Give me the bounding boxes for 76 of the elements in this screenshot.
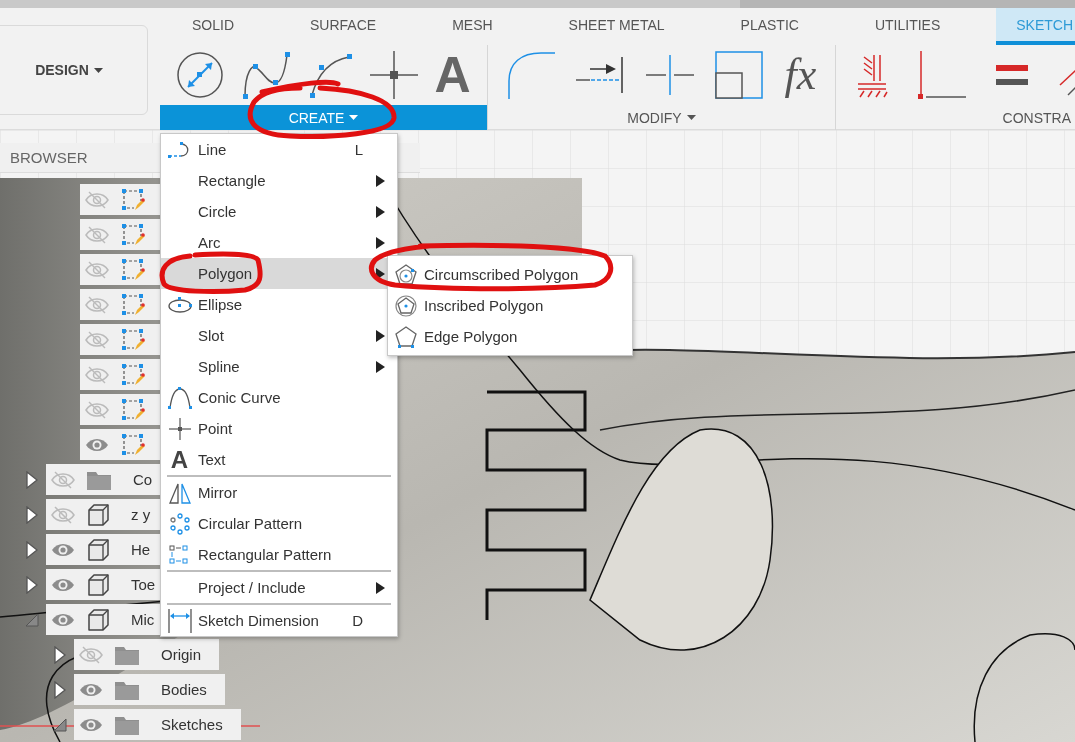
sketch-icon — [121, 327, 145, 352]
perpendicular-icon[interactable] — [918, 51, 966, 99]
browser-item[interactable]: Origin — [74, 639, 219, 670]
shortcut-key: D — [352, 612, 363, 629]
expand-triangle-icon[interactable] — [54, 645, 66, 664]
expand-triangle-icon[interactable] — [26, 505, 38, 524]
text-tool-glyph[interactable]: A — [434, 50, 471, 100]
crosshair-icon — [168, 417, 191, 440]
collapse-triangle-icon[interactable] — [25, 612, 39, 627]
ribbon-tab[interactable]: SURFACE — [290, 8, 397, 45]
spline-icon[interactable] — [240, 51, 291, 99]
ribbon-tab[interactable]: PLASTIC — [720, 8, 819, 45]
dot-circle-icon — [168, 512, 191, 535]
pentagon-icon — [395, 325, 417, 348]
cube-icon — [87, 502, 109, 527]
eye-icon[interactable] — [51, 611, 75, 628]
expand-triangle-icon[interactable] — [26, 540, 38, 559]
tool-group-menu[interactable]: CONSTRA — [840, 105, 1075, 130]
eye-icon[interactable] — [79, 681, 103, 698]
curve-icon[interactable] — [307, 51, 354, 99]
menu-item[interactable]: Conic Curve — [161, 382, 397, 413]
fix-constraint-icon[interactable] — [856, 53, 888, 97]
folder-icon — [87, 469, 111, 490]
workspace-dropdown[interactable]: DESIGN — [0, 25, 148, 115]
cube-icon — [87, 607, 109, 632]
crosshair-icon[interactable] — [370, 51, 418, 99]
scroll-thumb[interactable] — [0, 0, 740, 8]
eye-icon[interactable] — [51, 576, 75, 593]
menu-item[interactable]: Point — [161, 413, 397, 444]
equal-sign-icon[interactable] — [996, 63, 1028, 87]
offset-square-icon[interactable] — [715, 51, 764, 99]
cube-icon — [87, 572, 109, 597]
expand-triangle-icon[interactable] — [26, 470, 38, 489]
folder-icon — [115, 714, 139, 735]
sketch-icon — [121, 292, 145, 317]
menu-item[interactable]: Circle — [161, 196, 397, 227]
sketch-icon — [121, 432, 145, 457]
dimension-icon — [167, 608, 192, 633]
sketch-icon — [121, 397, 145, 422]
arc-icon — [167, 386, 192, 409]
folder-icon — [115, 644, 139, 665]
menu-item[interactable]: Arc — [161, 227, 397, 258]
expand-triangle-icon[interactable] — [26, 575, 38, 594]
fillet-icon[interactable] — [506, 51, 555, 99]
circle-diameter-icon[interactable] — [176, 51, 225, 99]
ellipse-icon — [167, 296, 192, 313]
collapse-triangle-icon[interactable] — [53, 717, 67, 732]
ribbon-tab[interactable]: MESH — [432, 8, 513, 45]
browser-item[interactable]: Sketches — [74, 709, 241, 740]
sketch-icon — [121, 187, 145, 212]
break-line-icon[interactable] — [645, 55, 694, 95]
ribbon-tab[interactable]: SHEET METAL — [548, 8, 685, 45]
pentagon-icon — [395, 263, 417, 286]
folder-icon — [115, 679, 139, 700]
tool-group-menu[interactable]: MODIFY — [488, 105, 835, 130]
expand-triangle-icon[interactable] — [54, 680, 66, 699]
arrow-line-icon[interactable] — [576, 55, 625, 95]
eye-icon[interactable] — [51, 541, 75, 558]
formula-tool-glyph[interactable]: fx — [784, 53, 817, 97]
ribbon-tab[interactable]: UTILITIES — [854, 8, 961, 45]
sketch-icon — [121, 362, 145, 387]
square-grid-icon — [168, 543, 191, 566]
menu-item[interactable]: Inscribed Polygon — [388, 290, 632, 321]
sketch-icon — [121, 257, 145, 282]
menu-item[interactable]: Spline — [161, 351, 397, 382]
pentagon-icon — [395, 294, 417, 317]
eye-icon[interactable] — [79, 716, 103, 733]
mirror-triangle-icon — [168, 481, 191, 504]
browser-item[interactable]: Bodies — [74, 674, 225, 705]
ribbon-tab[interactable]: SOLID — [172, 8, 254, 45]
menu-item[interactable]: Edge Polygon — [388, 321, 632, 352]
caret-icon — [93, 67, 103, 73]
cube-icon — [87, 537, 109, 562]
shortcut-key: L — [354, 141, 363, 158]
eye-icon[interactable] — [85, 436, 109, 453]
sketch-icon — [121, 222, 145, 247]
